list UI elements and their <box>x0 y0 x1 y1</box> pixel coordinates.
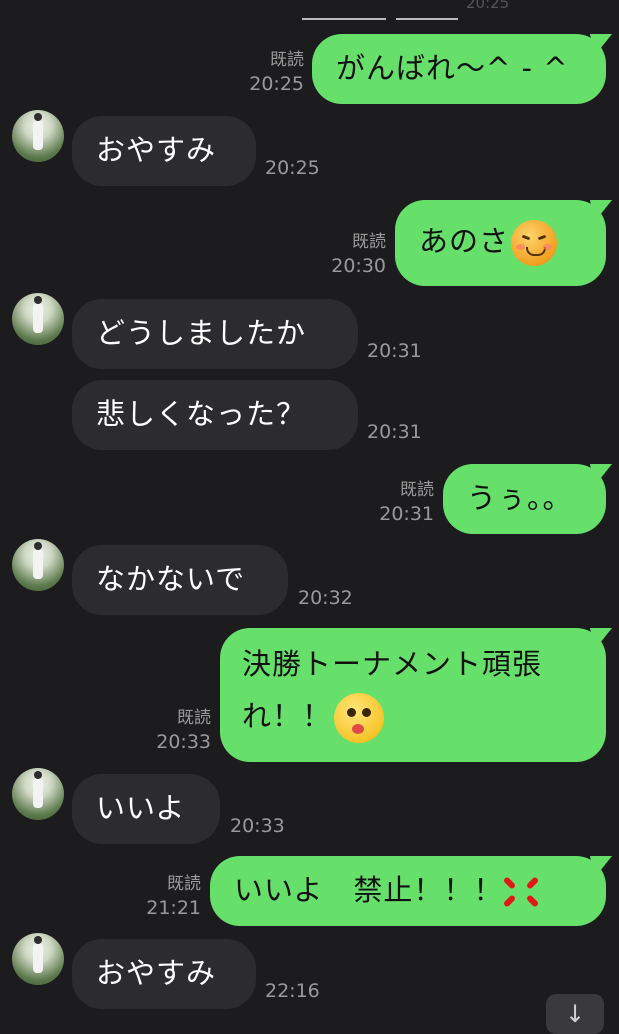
message-meta: 既読 20:25 <box>238 48 304 96</box>
contact-avatar[interactable] <box>12 539 64 591</box>
message-text: いいよ 禁止！！！ <box>234 873 504 907</box>
incoming-message[interactable]: いいよ <box>72 774 220 844</box>
message-meta: 既読 21:21 <box>135 872 201 920</box>
message-time: 20:25 <box>265 157 320 179</box>
previous-message-fragment: 20:25 <box>300 0 520 22</box>
message-text: なかないで <box>96 562 246 596</box>
incoming-message[interactable]: 悲しくなった？ <box>72 380 358 450</box>
message-time: 21:21 <box>146 897 201 919</box>
message-time: 20:30 <box>331 255 386 277</box>
contact-avatar[interactable] <box>12 768 64 820</box>
angry-face-sticker-icon <box>511 220 558 266</box>
fragment-time: 20:25 <box>466 0 510 12</box>
contact-avatar[interactable] <box>12 293 64 345</box>
message-text: がんばれ〜^ - ^ <box>336 51 569 85</box>
read-receipt: 既読 <box>270 50 304 70</box>
message-time: 20:25 <box>249 73 304 95</box>
outgoing-message[interactable]: あのさ <box>395 200 606 286</box>
message-text: 悲しくなった？ <box>96 397 307 431</box>
incoming-message[interactable]: なかないで <box>72 545 288 615</box>
incoming-message[interactable]: おやすみ <box>72 939 256 1009</box>
read-receipt: 既読 <box>167 874 201 894</box>
goofy-face-sticker-icon <box>334 693 385 743</box>
read-receipt: 既読 <box>352 232 386 252</box>
incoming-message[interactable]: おやすみ <box>72 116 256 186</box>
outgoing-message[interactable]: いいよ 禁止！！！ <box>210 856 606 926</box>
message-text: うぅ。。 <box>467 481 573 515</box>
contact-avatar[interactable] <box>12 110 64 162</box>
message-text: おやすみ <box>96 133 217 167</box>
outgoing-message[interactable]: がんばれ〜^ - ^ <box>312 34 606 104</box>
contact-avatar[interactable] <box>12 933 64 985</box>
message-meta: 既読 20:33 <box>145 706 211 754</box>
message-time: 20:31 <box>379 503 434 525</box>
message-time: 20:31 <box>367 421 422 443</box>
read-receipt: 既読 <box>400 480 434 500</box>
incoming-message[interactable]: どうしましたか <box>72 299 358 369</box>
message-text-line: 決勝トーナメント頑張 <box>242 647 543 681</box>
message-text: あのさ <box>419 224 510 258</box>
message-time: 20:33 <box>156 731 211 753</box>
outgoing-message[interactable]: 決勝トーナメント頑張 れ！！ <box>220 628 606 762</box>
message-text: どうしましたか <box>96 316 307 350</box>
message-time: 20:31 <box>367 340 422 362</box>
message-text-line: れ！！ <box>242 699 333 733</box>
read-receipt: 既読 <box>177 708 211 728</box>
message-time: 20:32 <box>298 587 353 609</box>
message-text: いいよ <box>96 791 186 825</box>
message-time: 20:33 <box>230 815 285 837</box>
message-time: 22:16 <box>265 980 320 1002</box>
message-meta: 既読 20:30 <box>320 230 386 278</box>
scroll-to-bottom-button[interactable]: ↓ <box>546 994 604 1034</box>
message-text: おやすみ <box>96 956 217 990</box>
outgoing-message[interactable]: うぅ。。 <box>443 464 606 534</box>
anger-symbol-icon <box>503 874 540 910</box>
message-meta: 既読 20:31 <box>368 478 434 526</box>
